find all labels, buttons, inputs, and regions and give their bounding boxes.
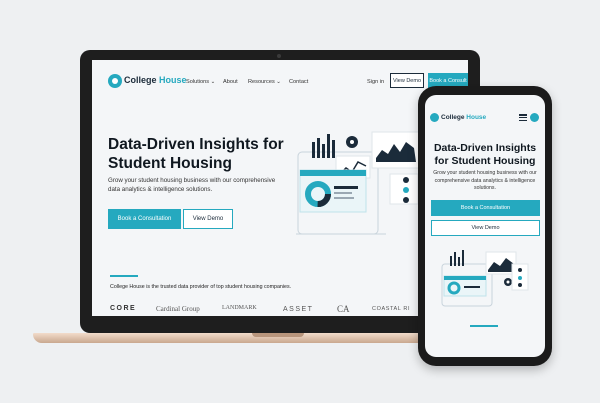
logo-text-prefix: College	[124, 75, 160, 85]
nav-contact[interactable]: Contact	[289, 79, 308, 85]
laptop-camera	[277, 54, 281, 58]
laptop-notch	[252, 333, 304, 337]
user-icon[interactable]	[530, 113, 539, 122]
mobile-hero-title: Data-Driven Insights for Student Housing	[433, 142, 537, 167]
view-demo-nav-button[interactable]: View Demo	[390, 73, 424, 88]
mobile-logo[interactable]: College House	[441, 114, 486, 121]
mobile-logo-prefix: College	[441, 114, 467, 121]
logo-icon[interactable]	[108, 74, 122, 88]
hero-subtitle: Grow your student housing business with …	[108, 177, 276, 193]
mobile-book-consultation-button[interactable]: Book a Consultation	[431, 200, 540, 216]
brand-logo-ca: CA	[337, 304, 350, 314]
section-divider	[110, 275, 138, 277]
mobile-hero-subtitle: Grow your student housing business with …	[433, 170, 537, 191]
brand-logo-asset: ASSET	[283, 306, 314, 313]
mobile-hero-illustration	[441, 250, 529, 307]
brand-logo-coastal: COASTAL RI	[372, 306, 411, 312]
nav-about[interactable]: About	[223, 79, 238, 85]
bar-chart-icon	[312, 134, 335, 158]
logo-text-suffix: House	[159, 75, 187, 85]
nav-signin[interactable]: Sign in	[367, 79, 384, 85]
hamburger-icon[interactable]	[519, 114, 527, 122]
hero-title: Data-Driven Insights for Student Housing	[108, 136, 284, 172]
mobile-logo-suffix: House	[466, 114, 487, 121]
brand-logo-landmark: LANDMARK	[222, 305, 257, 311]
view-demo-button[interactable]: View Demo	[183, 209, 233, 229]
hero-illustration	[296, 131, 421, 235]
brand-logo-cardinal: Cardinal Group	[156, 305, 200, 313]
site-logo[interactable]: College House	[124, 75, 187, 85]
nav-solutions[interactable]: Solutions ⌄	[186, 79, 215, 85]
brand-logo-core: CORE	[110, 305, 137, 312]
nav-resources[interactable]: Resources ⌄	[248, 79, 281, 85]
mobile-logo-icon[interactable]	[430, 113, 439, 122]
mobile-view-demo-button[interactable]: View Demo	[431, 220, 540, 236]
mobile-section-divider	[470, 325, 498, 327]
book-consultation-button[interactable]: Book a Consultation	[108, 209, 181, 229]
trusted-by-text: College House is the trusted data provid…	[110, 284, 292, 290]
